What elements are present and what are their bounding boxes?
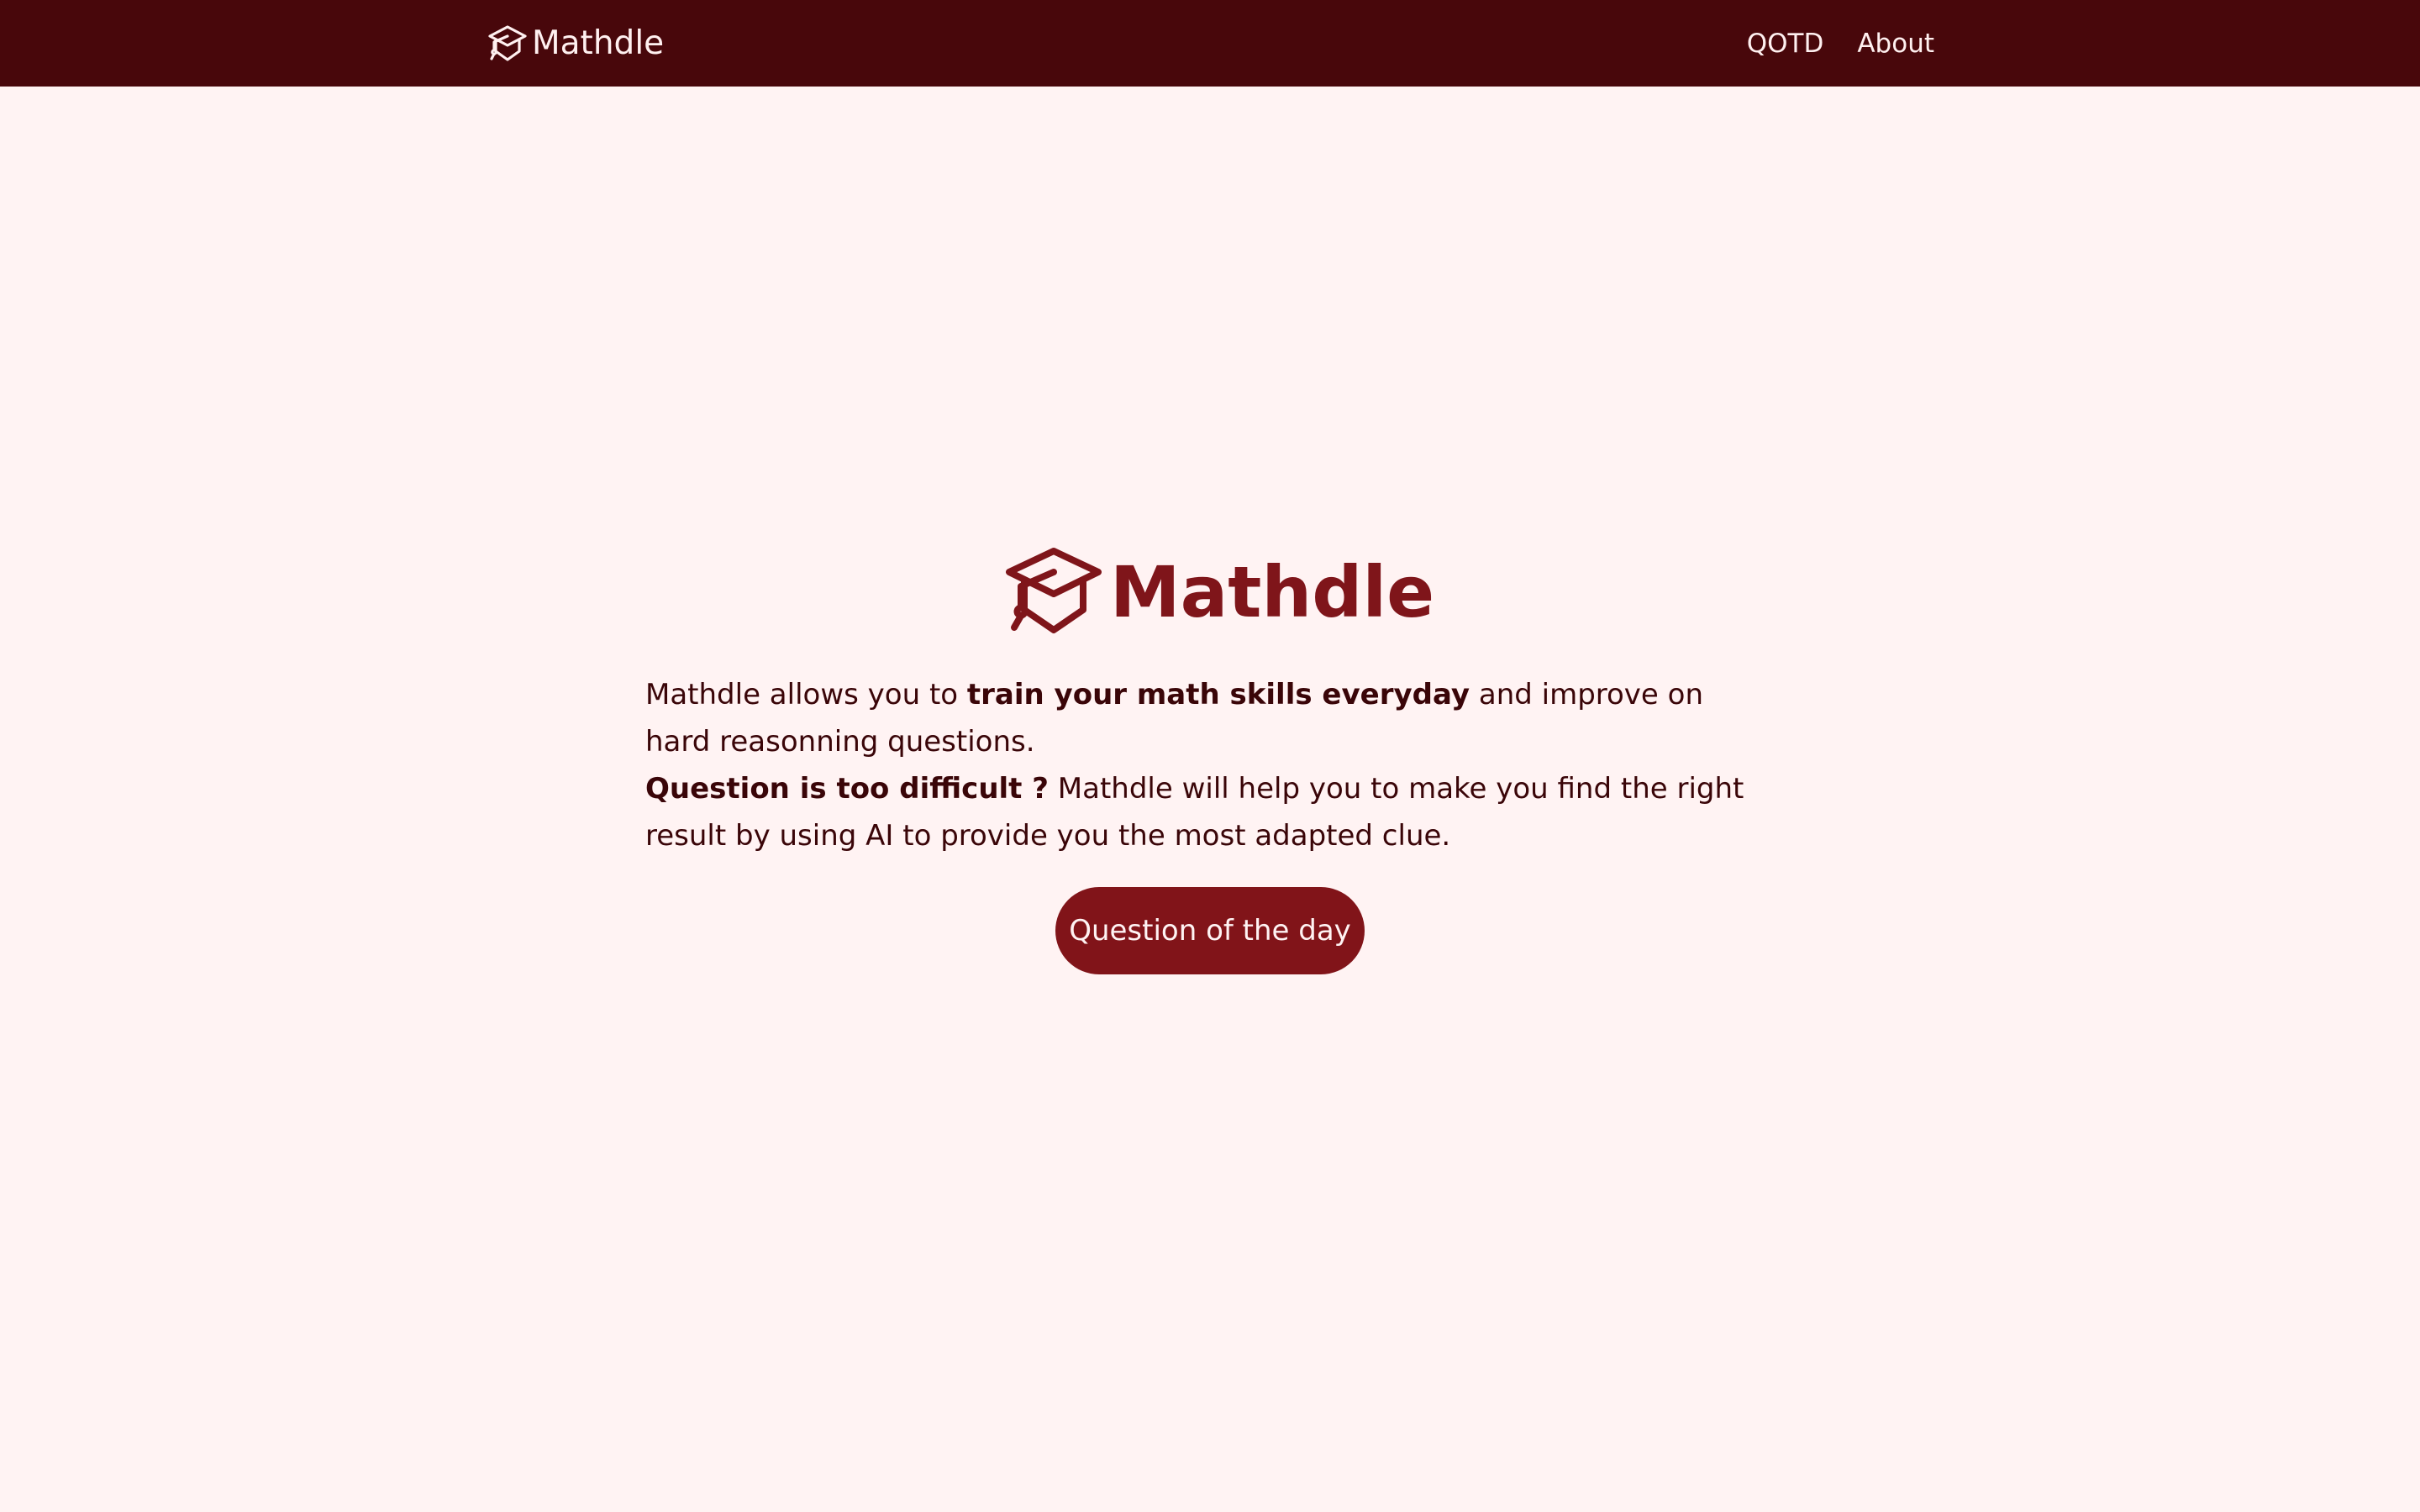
intro-text: Mathdle allows you to train your math sk… <box>645 671 1771 859</box>
question-of-the-day-button[interactable]: Question of the day <box>1055 887 1365 974</box>
brand-link[interactable]: Mathdle <box>485 22 664 66</box>
brand-name: Mathdle <box>532 24 665 62</box>
hero-logo: Mathdle <box>1002 546 1434 638</box>
intro-1-emphasis: train your math skills everyday <box>966 678 1470 711</box>
intro-1-prefix: Mathdle allows you to <box>645 678 967 711</box>
intro-2-emphasis: Question is too difficult ? <box>645 772 1049 806</box>
intro-paragraph-1: Mathdle allows you to train your math sk… <box>645 671 1771 765</box>
graduation-cap-icon <box>485 23 530 65</box>
graduation-cap-icon <box>1002 546 1105 638</box>
nav-link-qotd[interactable]: QOTD <box>1747 22 1824 66</box>
hero-title: Mathdle <box>1110 551 1435 633</box>
navbar: Mathdle QOTD About <box>0 0 2420 87</box>
intro-paragraph-2: Question is too difficult ? Mathdle will… <box>645 765 1771 859</box>
nav-links: QOTD About <box>1747 22 1934 66</box>
nav-link-about[interactable]: About <box>1857 22 1934 66</box>
